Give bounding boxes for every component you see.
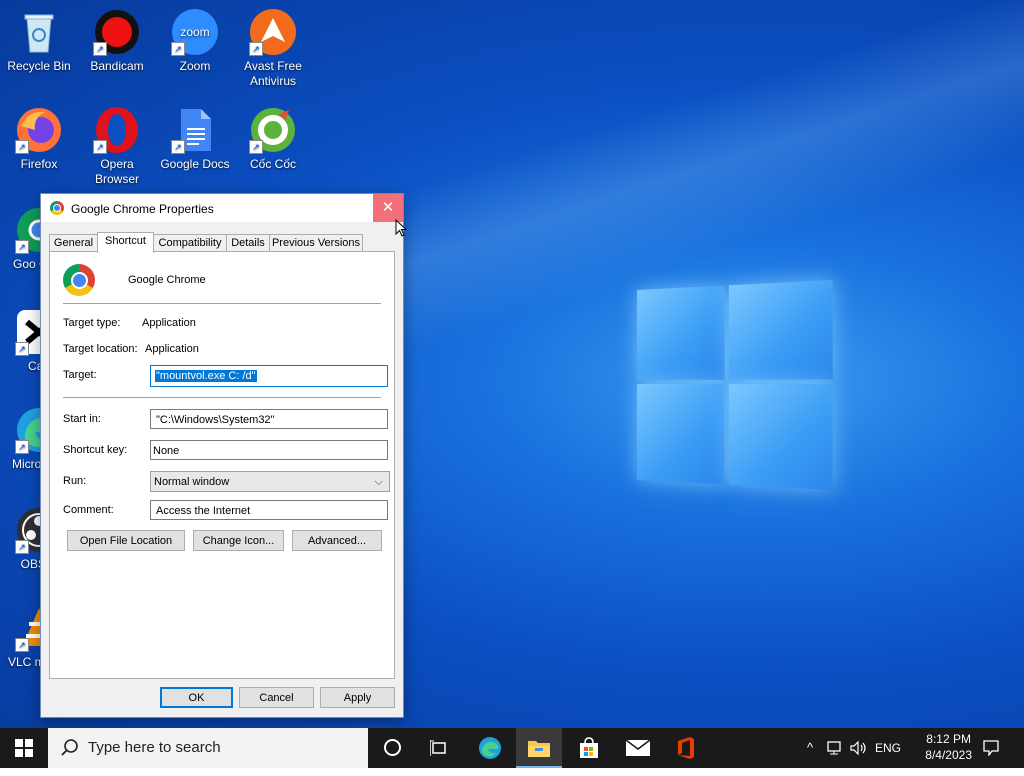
desktop-icon-coccoc[interactable]: ↗ Cốc Cốc: [234, 100, 312, 172]
recycle-bin-icon: [15, 8, 63, 56]
shortcut-key-label: Shortcut key:: [63, 444, 128, 456]
comment-input[interactable]: Access the Internet: [150, 500, 388, 520]
tab-previous-versions[interactable]: Previous Versions: [269, 234, 363, 252]
start-in-input[interactable]: "C:\Windows\System32": [150, 409, 388, 429]
file-explorer-icon: [528, 741, 550, 757]
coccoc-icon: ↗: [249, 106, 297, 154]
comment-label: Comment:: [63, 504, 114, 516]
close-icon: ✕: [381, 199, 395, 216]
mail-taskbar-button[interactable]: [616, 728, 660, 768]
clock-time: 8:12 PM: [926, 732, 971, 746]
office-icon: [678, 737, 694, 759]
language-indicator[interactable]: ENG: [872, 728, 904, 768]
file-explorer-taskbar-button[interactable]: [516, 728, 562, 768]
opera-icon: ↗: [93, 106, 141, 154]
cancel-button[interactable]: Cancel: [239, 687, 314, 708]
start-button[interactable]: [0, 728, 48, 768]
chevron-down-icon: ⌵: [374, 476, 383, 488]
firefox-icon: ↗: [15, 106, 63, 154]
chevron-up-icon: ^: [806, 740, 814, 755]
chrome-icon: [50, 201, 64, 215]
mouse-cursor-icon: [395, 219, 407, 237]
target-location-label: Target location:: [63, 343, 138, 355]
network-icon: [827, 741, 841, 755]
tab-general[interactable]: General: [49, 234, 98, 252]
desktop-icon-zoom[interactable]: zoom ↗ Zoom: [156, 2, 234, 74]
windows-start-icon: [15, 739, 33, 757]
properties-dialog: Google Chrome Properties ✕ General Short…: [40, 193, 404, 718]
task-view-button[interactable]: [418, 728, 460, 768]
ok-button[interactable]: OK: [160, 687, 233, 708]
store-taskbar-button[interactable]: [566, 728, 612, 768]
dialog-titlebar[interactable]: Google Chrome Properties ✕: [41, 194, 403, 222]
taskbar: Type here to search ^ ENG 8:12 PM 8/4/20…: [0, 728, 1024, 768]
shortcut-panel: Google Chrome Target type: Application T…: [49, 251, 395, 679]
search-icon: [61, 739, 78, 756]
target-value: "mountvol.exe C: /d": [155, 370, 257, 382]
notification-icon: [983, 740, 999, 757]
open-file-location-button[interactable]: Open File Location: [67, 530, 185, 551]
target-location-value: Application: [145, 343, 199, 355]
search-placeholder: Type here to search: [88, 739, 221, 756]
desktop-icon-bandicam[interactable]: ↗ Bandicam: [78, 2, 156, 74]
cortana-icon: [383, 739, 401, 757]
clock[interactable]: 8:12 PM 8/4/2023: [925, 731, 972, 763]
bandicam-icon: ↗: [93, 8, 141, 56]
zoom-icon: zoom ↗: [171, 8, 219, 56]
separator: [63, 397, 381, 398]
avast-icon: ↗: [249, 8, 297, 56]
app-name: Google Chrome: [128, 274, 206, 286]
desktop-icon-google-docs[interactable]: ↗ Google Docs: [156, 100, 234, 172]
volume-icon: [850, 740, 866, 756]
desktop-icon-recycle-bin[interactable]: Recycle Bin: [0, 2, 78, 74]
office-taskbar-button[interactable]: [664, 728, 708, 768]
mail-icon: [625, 739, 651, 756]
cortana-button[interactable]: [372, 728, 412, 768]
store-icon: [580, 737, 598, 758]
volume-button[interactable]: [848, 728, 870, 768]
run-select[interactable]: Normal window ⌵: [150, 471, 390, 492]
desktop-icon-opera[interactable]: ↗ Opera Browser: [78, 100, 156, 187]
dialog-title: Google Chrome Properties: [71, 202, 214, 216]
target-input[interactable]: "mountvol.exe C: /d": [150, 365, 388, 387]
advanced-button[interactable]: Advanced...: [292, 530, 382, 551]
desktop-icon-avast[interactable]: ↗ Avast Free Antivirus: [234, 2, 312, 89]
tab-shortcut[interactable]: Shortcut: [97, 232, 154, 253]
chrome-icon: [63, 264, 95, 296]
target-type-label: Target type:: [63, 317, 121, 329]
target-label: Target:: [63, 369, 97, 381]
tab-compatibility[interactable]: Compatibility: [153, 234, 227, 252]
change-icon-button[interactable]: Change Icon...: [193, 530, 284, 551]
run-label: Run:: [63, 475, 87, 487]
windows-logo-wallpaper: [637, 279, 833, 491]
edge-taskbar-button[interactable]: [468, 728, 512, 768]
apply-button[interactable]: Apply: [320, 687, 395, 708]
target-type-value: Application: [142, 317, 196, 329]
svg-text:zoom: zoom: [180, 25, 209, 39]
separator: [63, 303, 381, 304]
start-in-label: Start in:: [63, 413, 101, 425]
desktop-icon-firefox[interactable]: ↗ Firefox: [0, 100, 78, 172]
shortcut-key-input[interactable]: None: [150, 440, 388, 460]
tab-details[interactable]: Details: [226, 234, 270, 252]
close-button[interactable]: ✕: [373, 194, 403, 222]
notifications-button[interactable]: [976, 728, 1006, 768]
task-view-icon: [429, 740, 446, 756]
clock-date: 8/4/2023: [925, 748, 972, 762]
taskbar-search-box[interactable]: Type here to search: [48, 728, 368, 768]
run-value: Normal window: [154, 476, 230, 488]
edge-icon: [479, 737, 501, 759]
show-hidden-icons-button[interactable]: ^: [800, 728, 820, 768]
google-docs-icon: ↗: [171, 106, 219, 154]
network-button[interactable]: [824, 728, 846, 768]
